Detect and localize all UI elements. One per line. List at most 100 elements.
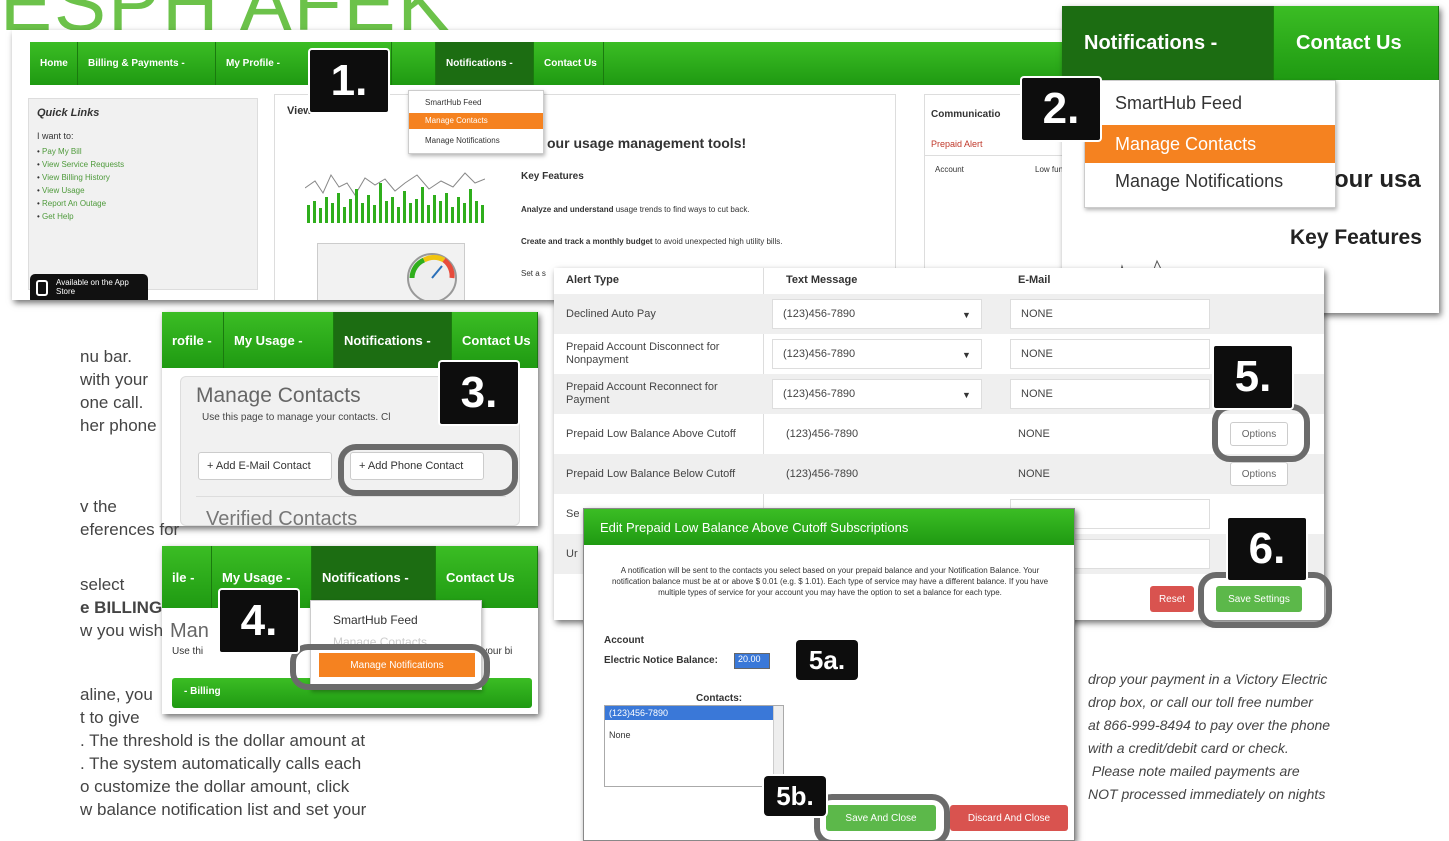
- side-note-line: with a credit/debit card or check.: [1088, 740, 1289, 756]
- side-note-line: at 866-999-8494 to pay over the phone: [1088, 717, 1331, 733]
- notif-nav-profile[interactable]: ile -: [162, 546, 212, 608]
- instruction-line: v the: [80, 497, 117, 516]
- contacts-nav-my-usage[interactable]: My Usage -: [224, 312, 334, 368]
- quick-link-view-usage[interactable]: View Usage: [37, 184, 249, 197]
- text-message-select[interactable]: (123)456-7890: [772, 299, 982, 329]
- notif-nav-contact-us[interactable]: Contact Us: [436, 546, 538, 608]
- alert-type-cell: Declined Auto Pay: [566, 307, 656, 320]
- nav-my-usage[interactable]: [392, 42, 436, 85]
- nav-notifications[interactable]: Notifications -: [436, 42, 534, 85]
- nav-home[interactable]: Home: [30, 42, 78, 85]
- select-caret-icon: ▼: [962, 350, 971, 360]
- instruction-line: w balance notification list and set your: [80, 800, 367, 819]
- instruction-line: . The system automatically calls each: [80, 754, 362, 773]
- email-cell[interactable]: NONE: [1018, 414, 1050, 454]
- listbox-scrollbar[interactable]: [773, 706, 783, 786]
- quick-links-list: Pay My Bill View Service Requests View B…: [37, 145, 249, 223]
- quick-link-service-requests[interactable]: View Service Requests: [37, 158, 249, 171]
- key-features-heading: Key Features: [521, 171, 584, 182]
- dropdown-manage-contacts[interactable]: Manage Contacts: [409, 113, 543, 129]
- contact-option-phone[interactable]: (123)456-7890: [605, 706, 783, 720]
- nav-contact-us[interactable]: Contact Us: [534, 42, 604, 85]
- header-text-message: Text Message: [786, 274, 858, 286]
- feature-line-2: Create and track a monthly budget to avo…: [521, 237, 782, 246]
- billing-section-toggle[interactable]: - Billing: [184, 686, 221, 697]
- instruction-line: one call.: [80, 393, 144, 412]
- alert-type-cell: Prepaid Account Disconnect for Nonpaymen…: [566, 341, 720, 366]
- quick-links-box: Quick Links I want to: Pay My Bill View …: [28, 98, 258, 290]
- contacts-nav-profile[interactable]: rofile -: [162, 312, 224, 368]
- quick-link-pay-bill[interactable]: Pay My Bill: [37, 145, 249, 158]
- text-message-cell[interactable]: (123)456-7890: [786, 454, 858, 494]
- usage-title-start: View: [287, 105, 312, 117]
- email-select[interactable]: NONE: [1010, 299, 1210, 329]
- manage-contacts-title: Manage Contacts: [196, 384, 361, 407]
- modal-body-text: A notification will be sent to the conta…: [611, 566, 1049, 597]
- text-message-cell[interactable]: (123)456-7890: [786, 414, 858, 454]
- zoom-dropdown-manage-contacts[interactable]: Manage Contacts: [1085, 125, 1335, 163]
- contacts-nav-contact-us[interactable]: Contact Us: [452, 312, 538, 368]
- notif-nav-notifications[interactable]: Notifications -: [312, 546, 436, 608]
- text-message-select[interactable]: (123)456-7890: [772, 379, 982, 409]
- verified-contacts-heading: Verified Contacts: [206, 508, 358, 526]
- discard-and-close-button[interactable]: Discard And Close: [950, 805, 1068, 831]
- reset-button[interactable]: Reset: [1150, 586, 1194, 612]
- instruction-line: eferences for: [80, 520, 180, 539]
- instruction-line: select: [80, 575, 125, 594]
- text-message-select[interactable]: (123)456-7890: [772, 339, 982, 369]
- contacts-nav-notifications[interactable]: Notifications -: [334, 312, 452, 368]
- zoom-dropdown-manage-notifications[interactable]: Manage Notifications: [1085, 171, 1335, 197]
- contacts-divider: [196, 496, 506, 497]
- header-alert-type: Alert Type: [566, 274, 619, 286]
- contacts-listbox[interactable]: (123)456-7890 None: [604, 705, 784, 787]
- dropdown-smarthub-feed[interactable]: SmartHub Feed: [409, 95, 543, 111]
- nav-billing-payments[interactable]: Billing & Payments -: [78, 42, 216, 85]
- zoom-navbar: Notifications - Contact Us: [1062, 6, 1439, 80]
- side-note-line: drop box, or call our toll free number: [1088, 694, 1313, 710]
- notifications-dropdown: SmartHub Feed Manage Contacts Manage Not…: [408, 90, 544, 154]
- email-cell[interactable]: NONE: [1018, 454, 1050, 494]
- budget-widget-illustration: [317, 243, 465, 300]
- notif-dropdown-smarthub-feed[interactable]: SmartHub Feed: [333, 613, 418, 627]
- table-row: Prepaid Account Reconnect for Payment (1…: [554, 374, 1324, 414]
- feature-line-1: Analyze and understand usage trends to f…: [521, 205, 750, 214]
- highlight-save-and-close: [814, 794, 950, 841]
- comm-col-low-funds: Low fun: [1035, 165, 1064, 174]
- usage-chart-illustration: [305, 172, 485, 223]
- select-caret-icon: ▼: [962, 390, 971, 400]
- account-label: Account: [604, 635, 644, 646]
- zoom-notifications-dropdown: SmartHub Feed Manage Contacts Manage Not…: [1084, 80, 1336, 208]
- zoom-nav-contact-us[interactable]: Contact Us: [1274, 6, 1439, 80]
- instruction-line: t to give: [80, 708, 140, 727]
- app-store-label: Available on the App Store: [56, 278, 129, 296]
- alert-type-cell: Se: [566, 507, 580, 520]
- feature-line-1-text: usage trends to find ways to cut back.: [613, 205, 750, 214]
- prepaid-alert-tab[interactable]: Prepaid Alert: [931, 139, 983, 149]
- contact-option-none[interactable]: None: [605, 728, 783, 742]
- email-select[interactable]: NONE: [1010, 379, 1210, 409]
- options-button[interactable]: Options: [1230, 462, 1288, 486]
- zoom-nav-notifications[interactable]: Notifications -: [1062, 6, 1274, 80]
- contacts-navbar: rofile - My Usage - Notifications - Cont…: [162, 312, 538, 368]
- smarthub-overview-screenshot: Home Billing & Payments - My Profile - N…: [12, 30, 1072, 300]
- dropdown-manage-notifications[interactable]: Manage Notifications: [409, 133, 543, 149]
- step-badge-5a: 5a.: [796, 640, 858, 680]
- quick-link-report-outage[interactable]: Report An Outage: [37, 197, 249, 210]
- step-badge-3: 3.: [440, 362, 518, 424]
- zoom-dropdown-smarthub-feed[interactable]: SmartHub Feed: [1085, 93, 1335, 119]
- add-email-contact-button[interactable]: + Add E-Mail Contact: [198, 452, 332, 480]
- quick-link-billing-history[interactable]: View Billing History: [37, 171, 249, 184]
- email-select[interactable]: NONE: [1010, 339, 1210, 369]
- gauge-icon: [407, 253, 457, 300]
- instruction-line: nu bar.: [80, 347, 132, 366]
- quick-link-get-help[interactable]: Get Help: [37, 210, 249, 223]
- side-note-line: drop your payment in a Victory Electric: [1088, 671, 1328, 687]
- app-store-badge[interactable]: Available on the App Store: [30, 274, 148, 300]
- step-badge-6: 6.: [1228, 518, 1306, 580]
- balance-label: Electric Notice Balance:: [604, 655, 718, 666]
- notif-page-desc: Use thi: [172, 646, 204, 657]
- balance-input[interactable]: 20.00: [734, 653, 770, 669]
- comm-col-account: Account: [935, 165, 964, 174]
- notifications-menu-zoom: Notifications - Contact Us our usa Key F…: [1062, 6, 1439, 313]
- instruction-line: with your: [80, 370, 149, 389]
